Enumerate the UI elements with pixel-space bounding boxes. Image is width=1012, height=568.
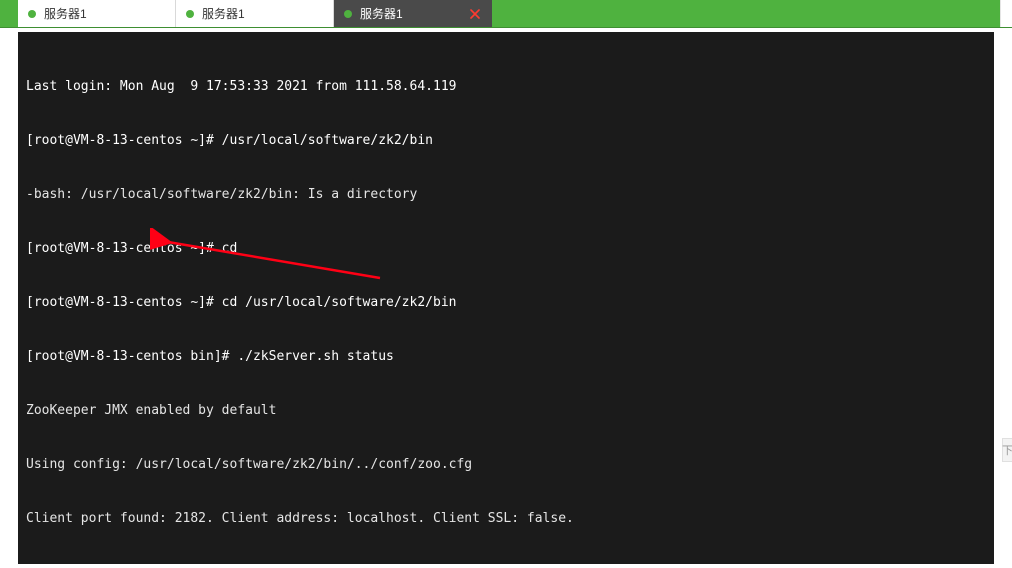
app-root: 服务器1 服务器1 服务器1 Last login: Mon Aug 9 17:… <box>0 0 1012 568</box>
tab-bar: 服务器1 服务器1 服务器1 <box>0 0 1012 28</box>
terminal-line: [root@VM-8-13-centos ~]# cd <box>26 240 986 258</box>
terminal-line: [root@VM-8-13-centos ~]# /usr/local/soft… <box>26 132 986 150</box>
terminal-line: [root@VM-8-13-centos bin]# ./zkServer.sh… <box>26 348 986 366</box>
terminal-line: [root@VM-8-13-centos ~]# cd /usr/local/s… <box>26 294 986 312</box>
tab-label: 服务器1 <box>360 5 460 22</box>
terminal-line: Client port found: 2182. Client address:… <box>26 510 986 528</box>
terminal-output[interactable]: Last login: Mon Aug 9 17:53:33 2021 from… <box>18 32 994 564</box>
status-dot-icon <box>186 10 194 18</box>
tab-server-3-active[interactable]: 服务器1 <box>334 0 492 27</box>
status-dot-icon <box>28 10 36 18</box>
terminal-line: Last login: Mon Aug 9 17:53:33 2021 from… <box>26 78 986 96</box>
tab-label: 服务器1 <box>202 5 323 22</box>
tab-server-1[interactable]: 服务器1 <box>18 0 176 27</box>
status-dot-icon <box>344 10 352 18</box>
tab-label: 服务器1 <box>44 5 165 22</box>
terminal-container: Last login: Mon Aug 9 17:53:33 2021 from… <box>0 28 1012 568</box>
tabbar-fill <box>492 0 1000 27</box>
terminal-line: Using config: /usr/local/software/zk2/bi… <box>26 456 986 474</box>
terminal-line: -bash: /usr/local/software/zk2/bin: Is a… <box>26 186 986 204</box>
terminal-line: ZooKeeper JMX enabled by default <box>26 402 986 420</box>
scroll-hint-label: 下 <box>1002 442 1012 458</box>
tab-server-2[interactable]: 服务器1 <box>176 0 334 27</box>
scroll-down-hint[interactable]: 下 <box>1002 438 1012 462</box>
tabbar-right-gutter <box>1000 0 1012 27</box>
tabbar-lead <box>0 0 18 27</box>
close-icon[interactable] <box>468 7 482 21</box>
